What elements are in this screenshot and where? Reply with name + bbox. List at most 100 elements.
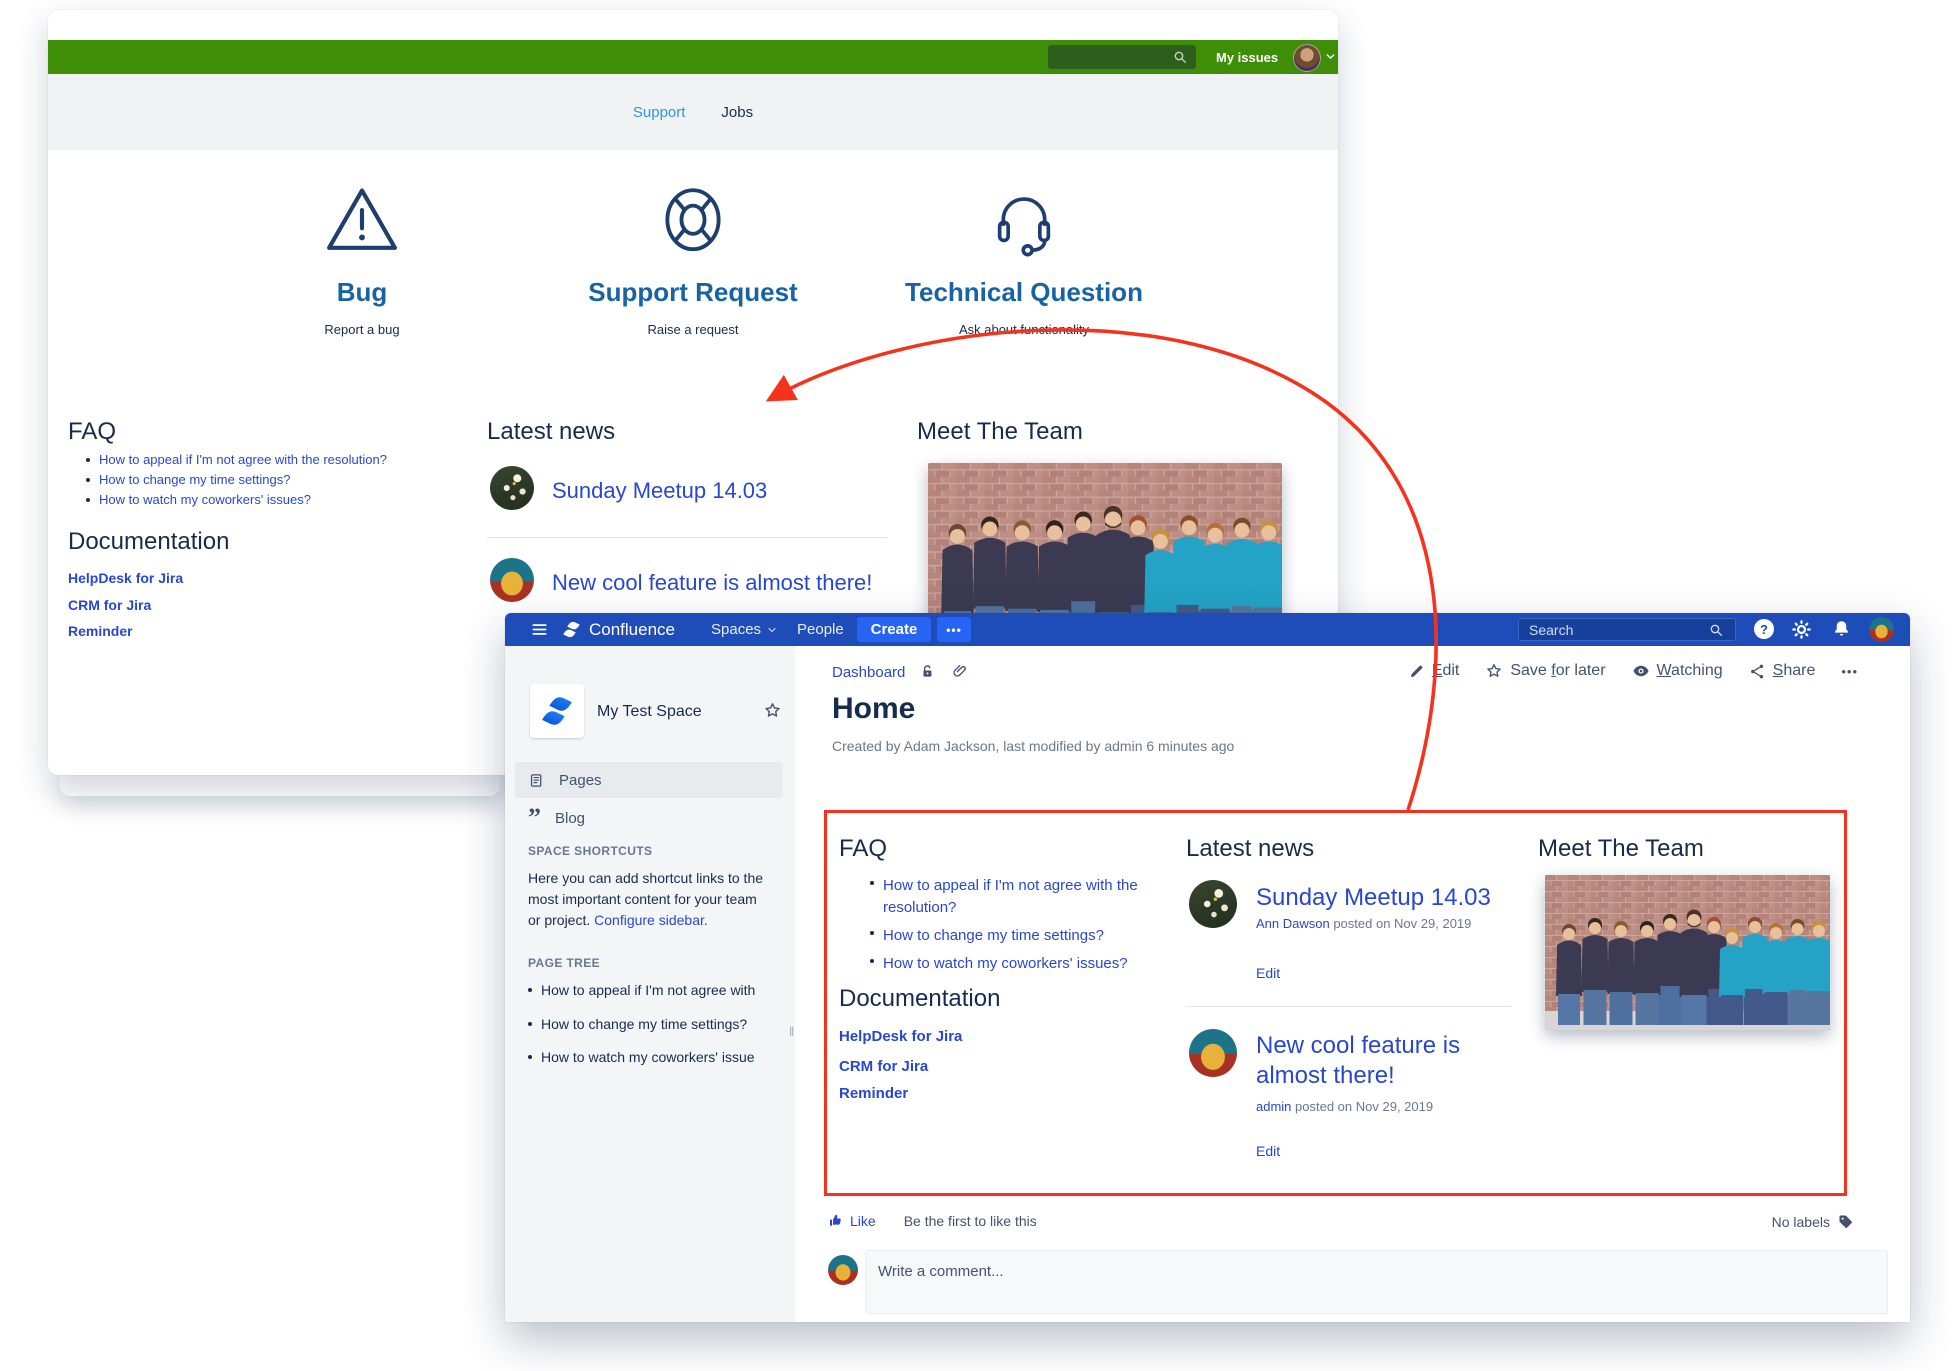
space-name[interactable]: My Test Space: [597, 703, 702, 721]
create-button[interactable]: Create: [857, 617, 931, 642]
breadcrumb-dashboard-link[interactable]: Dashboard: [832, 664, 905, 681]
doc-link-helpdesk[interactable]: HelpDesk for Jira: [839, 1028, 962, 1045]
space-logo[interactable]: [530, 684, 584, 738]
page-more-button[interactable]: •••: [1841, 664, 1858, 679]
bullet: [870, 881, 874, 885]
portal-user-avatar[interactable]: [1293, 44, 1321, 72]
bullet: [528, 1022, 532, 1026]
hamburger-menu-icon[interactable]: [529, 619, 550, 640]
bell-icon[interactable]: [1831, 619, 1852, 640]
doc-link-helpdesk[interactable]: HelpDesk for Jira: [68, 570, 183, 586]
red-highlight-rectangle: FAQ How to appeal if I'm not agree with …: [824, 810, 1847, 1196]
space-shortcuts-heading: SPACE SHORTCUTS: [528, 844, 652, 858]
chevron-down-icon: [766, 624, 778, 636]
news-item-title[interactable]: New cool feature is almost there!: [1256, 1031, 1486, 1091]
doc-link-reminder[interactable]: Reminder: [68, 623, 133, 639]
faq-link[interactable]: How to change my time settings?: [86, 472, 416, 487]
edit-button[interactable]: Edit: [1408, 662, 1460, 680]
doc-link-crm[interactable]: CRM for Jira: [839, 1058, 928, 1075]
space-sidebar: My Test Space Pages ” Blog SPACE SHORTCU…: [505, 646, 796, 1322]
news-author-link[interactable]: admin: [1256, 1099, 1291, 1114]
bullet: [528, 988, 532, 992]
documentation-heading: Documentation: [839, 985, 1000, 1013]
like-hint: Be the first to like this: [904, 1213, 1037, 1229]
latest-news-heading: Latest news: [487, 418, 615, 446]
comment-input[interactable]: [865, 1250, 1888, 1314]
nav-people[interactable]: People: [797, 613, 844, 646]
my-issues-link[interactable]: My issues: [1216, 50, 1278, 65]
faq-link[interactable]: How to watch my coworkers' issues?: [86, 492, 416, 507]
screenshot-stage: My issues Support Jobs Bug Report a bug …: [0, 0, 1957, 1371]
no-labels-text: No labels: [1772, 1214, 1830, 1230]
news-edit-link[interactable]: Edit: [1256, 1143, 1280, 1159]
request-type-technical-question[interactable]: Technical Question Ask about functionali…: [874, 175, 1174, 337]
page-tree-heading: PAGE TREE: [528, 956, 600, 970]
bullet: [870, 931, 874, 935]
request-type-row: Bug Report a bug Support Request Raise a…: [212, 175, 1174, 337]
request-type-title: Support Request: [543, 277, 843, 308]
share-button[interactable]: Share: [1749, 662, 1816, 680]
chevron-down-icon[interactable]: [1324, 50, 1337, 63]
meet-the-team-heading: Meet The Team: [917, 418, 1083, 446]
confluence-user-avatar[interactable]: [1869, 617, 1894, 642]
paperclip-icon[interactable]: [951, 663, 969, 681]
page-content-area: Dashboard Edit Save for later Watching S…: [795, 646, 1910, 1322]
news-item-title[interactable]: Sunday Meetup 14.03: [552, 478, 767, 504]
news-author-link[interactable]: Ann Dawson: [1256, 916, 1330, 931]
faq-link-list: How to appeal if I'm not agree with the …: [86, 452, 416, 512]
breadcrumb: Dashboard: [832, 663, 969, 681]
confluence-search-input[interactable]: [1518, 618, 1736, 641]
news-edit-link[interactable]: Edit: [1256, 965, 1280, 981]
doc-link-crm[interactable]: CRM for Jira: [68, 597, 151, 613]
headset-icon: [985, 182, 1063, 260]
comment-avatar: [828, 1255, 858, 1285]
page-actions: Edit Save for later Watching Share •••: [1408, 662, 1858, 680]
gear-icon[interactable]: [1791, 619, 1812, 640]
faq-link-list: How to appeal if I'm not agree with the …: [870, 875, 1155, 981]
tab-jobs[interactable]: Jobs: [721, 104, 753, 121]
pages-icon: [528, 772, 545, 789]
sidebar-item-blog[interactable]: ” Blog: [515, 800, 783, 836]
latest-news-heading: Latest news: [1186, 835, 1314, 863]
help-icon[interactable]: ?: [1754, 619, 1774, 639]
news-item-avatar: [490, 466, 534, 510]
save-for-later-button[interactable]: Save for later: [1485, 662, 1605, 680]
sidebar-item-pages[interactable]: Pages: [515, 762, 783, 798]
warning-triangle-icon: [323, 182, 401, 260]
bullet: [86, 458, 90, 462]
faq-link[interactable]: How to watch my coworkers' issues?: [870, 953, 1155, 975]
confluence-logo-text[interactable]: Confluence: [589, 613, 675, 646]
tag-icon[interactable]: [1837, 1213, 1854, 1230]
request-type-title: Bug: [212, 277, 512, 308]
nav-more-button[interactable]: •••: [937, 617, 971, 642]
star-icon[interactable]: [763, 701, 782, 720]
like-button[interactable]: Like: [828, 1213, 876, 1229]
page-tree-item[interactable]: How to watch my coworkers' issue: [528, 1049, 755, 1065]
nav-spaces[interactable]: Spaces: [711, 613, 778, 646]
request-type-subtitle: Ask about functionality: [874, 322, 1174, 337]
faq-link[interactable]: How to appeal if I'm not agree with the …: [86, 452, 416, 467]
request-type-support-request[interactable]: Support Request Raise a request: [543, 175, 843, 337]
news-item-title[interactable]: New cool feature is almost there!: [552, 570, 872, 596]
request-type-bug[interactable]: Bug Report a bug: [212, 175, 512, 337]
doc-link-reminder[interactable]: Reminder: [839, 1085, 908, 1102]
configure-sidebar-link[interactable]: Configure sidebar.: [594, 912, 708, 928]
news-item-byline: Ann Dawson posted on Nov 29, 2019: [1256, 916, 1471, 931]
pencil-icon: [1408, 663, 1425, 680]
faq-link[interactable]: How to appeal if I'm not agree with the …: [870, 875, 1155, 919]
faq-link[interactable]: How to change my time settings?: [870, 925, 1155, 947]
star-icon: [1485, 662, 1503, 680]
divider: [487, 537, 887, 538]
bullet: [870, 959, 874, 963]
request-type-subtitle: Raise a request: [543, 322, 843, 337]
page-tree-item[interactable]: How to change my time settings?: [528, 1016, 747, 1032]
unlock-icon[interactable]: [919, 663, 937, 681]
news-item-title[interactable]: Sunday Meetup 14.03: [1256, 883, 1491, 913]
page-tree-item[interactable]: How to appeal if I'm not agree with: [528, 982, 755, 998]
news-item-avatar: [490, 558, 534, 602]
watching-button[interactable]: Watching: [1632, 662, 1723, 680]
share-icon: [1749, 663, 1766, 680]
confluence-logo-icon[interactable]: [561, 619, 582, 640]
tab-support[interactable]: Support: [633, 104, 686, 121]
confluence-space-mark-icon: [538, 692, 576, 730]
